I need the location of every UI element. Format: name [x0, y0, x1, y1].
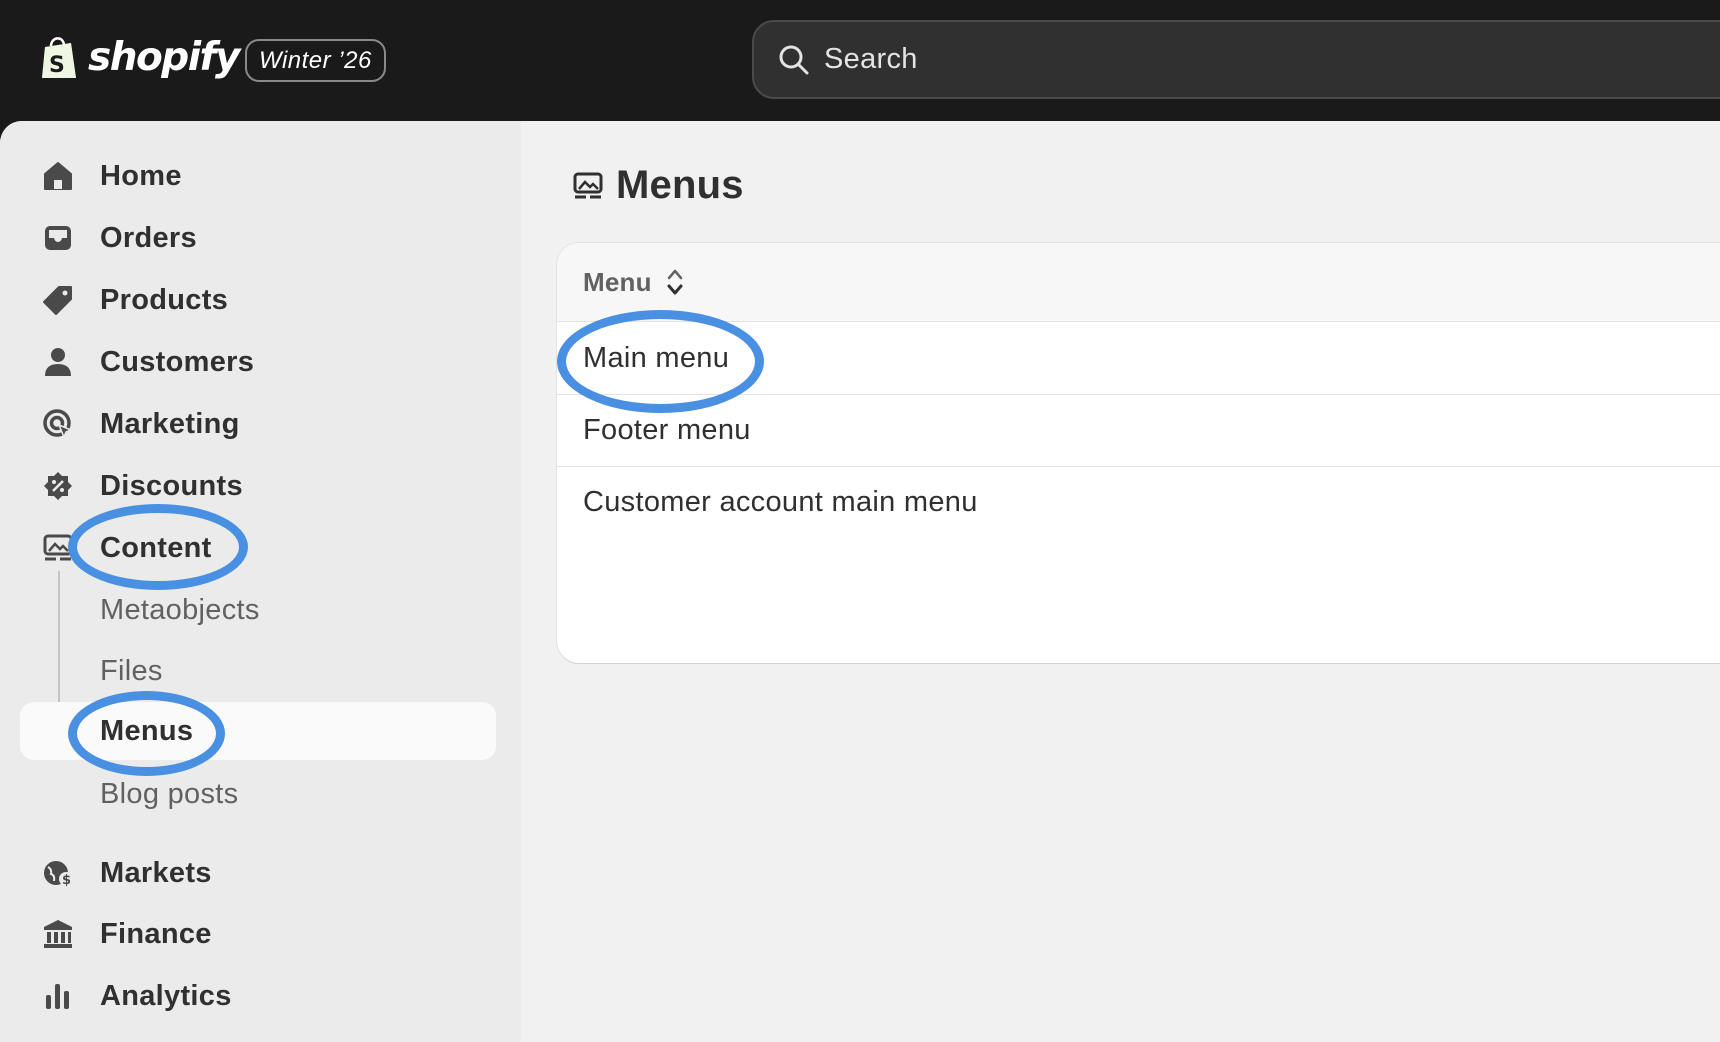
table-row[interactable]: Customer account main menu: [557, 467, 1720, 539]
shopify-wordmark: shopify: [88, 34, 240, 80]
image-icon: [573, 172, 603, 198]
sidebar-item-markets[interactable]: $ Markets: [20, 844, 496, 902]
sidebar-subitem-label: Files: [100, 655, 163, 687]
search-icon: [779, 45, 809, 74]
menu-name-cell[interactable]: Main menu: [583, 342, 729, 375]
sidebar-item-home[interactable]: Home: [20, 147, 496, 205]
sidebar-item-products[interactable]: Products: [20, 271, 496, 329]
sidebar-item-orders[interactable]: Orders: [20, 209, 496, 267]
sidebar-subitem-label: Menus: [100, 715, 194, 747]
sidebar-subitem-files[interactable]: Files: [20, 642, 496, 700]
admin-shell: Home Orders Products Customers Marketing…: [0, 121, 1720, 1042]
sidebar-item-label: Markets: [100, 856, 212, 889]
sidebar-item-label: Customers: [100, 345, 255, 378]
shopify-bag-icon: S: [42, 37, 76, 78]
page-title: Menus: [616, 163, 744, 207]
sidebar-item-finance[interactable]: Finance: [20, 905, 496, 963]
table-header: Menu: [557, 243, 1720, 322]
sidebar-item-label: Home: [100, 159, 182, 192]
sidebar-subitem-blog-posts[interactable]: Blog posts: [20, 765, 496, 823]
shopify-logo[interactable]: S shopify: [38, 34, 240, 80]
sidebar-subitem-metaobjects[interactable]: Metaobjects: [20, 581, 496, 639]
search-bar[interactable]: Search: [752, 20, 1720, 99]
inbox-icon: [45, 226, 71, 250]
sidebar-item-analytics[interactable]: Analytics: [20, 967, 496, 1025]
discount-icon: [44, 472, 72, 500]
home-icon: [44, 162, 72, 190]
page-header: Menus: [572, 163, 744, 208]
person-icon: [45, 348, 71, 376]
bank-icon: [44, 920, 72, 948]
menu-name-cell[interactable]: Footer menu: [583, 414, 751, 447]
image-icon: [43, 534, 73, 561]
sidebar-subitem-menus[interactable]: Menus: [20, 702, 496, 760]
menus-table-card: Menu Main menu Footer menu Customer acco…: [557, 243, 1720, 663]
bar-chart-icon: [46, 984, 69, 1009]
sidebar-item-label: Analytics: [100, 979, 232, 1012]
svg-text:S: S: [49, 53, 65, 78]
search-placeholder: Search: [824, 43, 918, 75]
top-bar: S shopify Winter ’26 Search: [0, 0, 1720, 121]
menu-name-cell[interactable]: Customer account main menu: [583, 486, 978, 519]
sidebar-item-label: Finance: [100, 917, 212, 950]
sidebar-item-label: Discounts: [100, 469, 243, 502]
menu-column-header[interactable]: Menu: [583, 267, 652, 298]
table-row[interactable]: Main menu: [557, 323, 1720, 395]
sidebar-item-label: Content: [100, 531, 212, 564]
sidebar-subitem-label: Metaobjects: [100, 594, 260, 626]
sidebar-item-customers[interactable]: Customers: [20, 333, 496, 391]
tag-icon: [43, 286, 72, 315]
sidebar-item-label: Orders: [100, 221, 197, 254]
globe-icon: $: [44, 861, 73, 888]
sidebar-subitem-label: Blog posts: [100, 778, 239, 810]
sidebar-item-label: Products: [100, 283, 229, 316]
svg-text:$: $: [62, 873, 71, 888]
sidebar-item-marketing[interactable]: Marketing: [20, 395, 496, 453]
sidebar-item-content[interactable]: Content: [20, 519, 496, 577]
sidebar: Home Orders Products Customers Marketing…: [0, 121, 521, 1042]
sidebar-item-discounts[interactable]: Discounts: [20, 457, 496, 515]
sort-icon[interactable]: [664, 266, 686, 298]
edition-badge[interactable]: Winter ’26: [245, 39, 386, 82]
table-row[interactable]: Footer menu: [557, 395, 1720, 467]
target-icon: [43, 409, 73, 439]
sidebar-item-label: Marketing: [100, 407, 240, 440]
